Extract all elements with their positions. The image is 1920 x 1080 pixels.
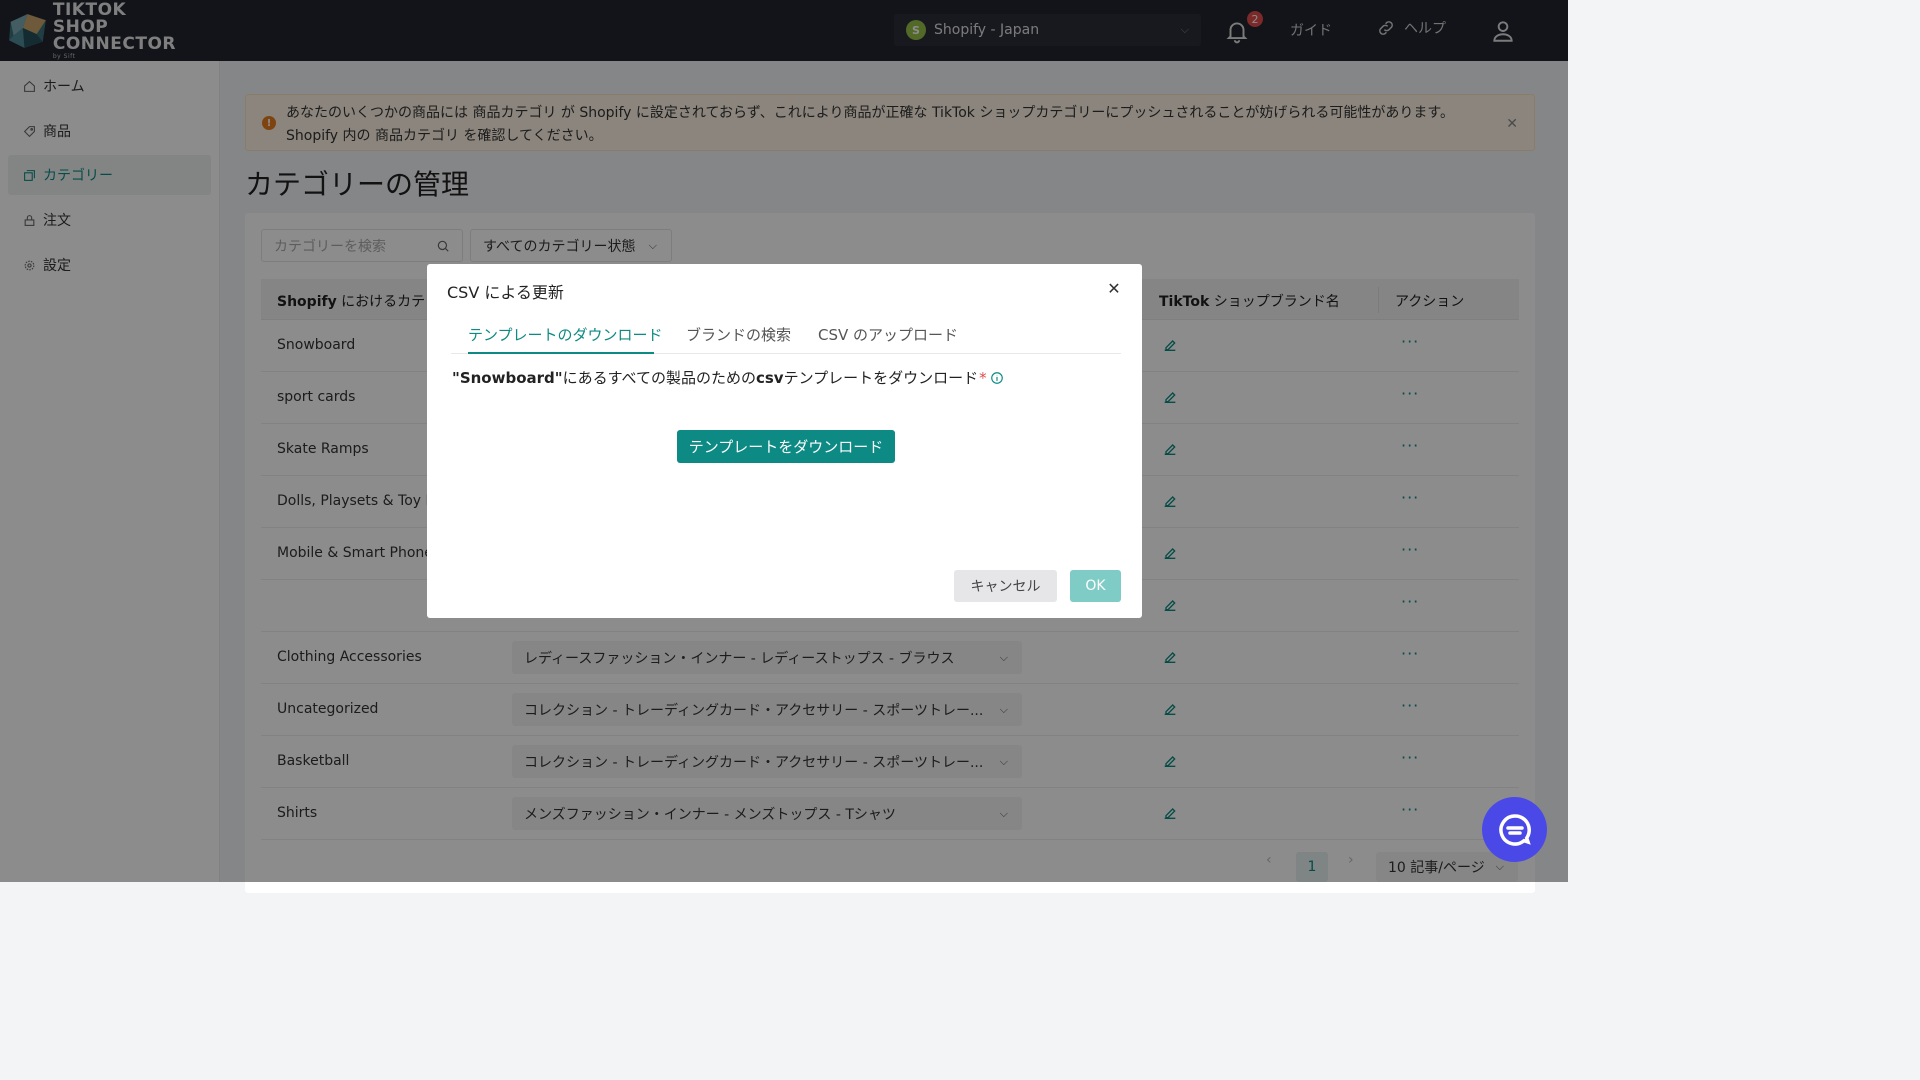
modal-tabs: テンプレートのダウンロード ブランドの検索 CSV のアップロード [451,316,1121,354]
close-icon[interactable]: ✕ [1106,279,1122,298]
modal-title: CSV による更新 [447,283,564,302]
cancel-button[interactable]: キャンセル [954,570,1057,602]
chat-icon [1498,813,1531,846]
desc-category: Snowboard [459,368,555,387]
download-template-button[interactable]: テンプレートをダウンロード [677,430,895,463]
ok-button[interactable]: OK [1070,570,1121,602]
tab-template-download[interactable]: テンプレートのダウンロード [468,324,663,345]
tab-csv-upload[interactable]: CSV のアップロード [818,324,958,345]
chat-button[interactable] [1482,797,1547,862]
info-icon[interactable] [990,371,1004,385]
template-description: " Snowboard " にあるすべての製品のための csv テンプレートをダウン… [452,367,1004,388]
csv-update-modal: CSV による更新 ✕ テンプレートのダウンロード ブランドの検索 CSV のア… [427,264,1142,618]
required-marker: * [979,368,987,387]
active-tab-indicator [468,352,654,354]
tab-brand-search[interactable]: ブランドの検索 [686,324,791,345]
